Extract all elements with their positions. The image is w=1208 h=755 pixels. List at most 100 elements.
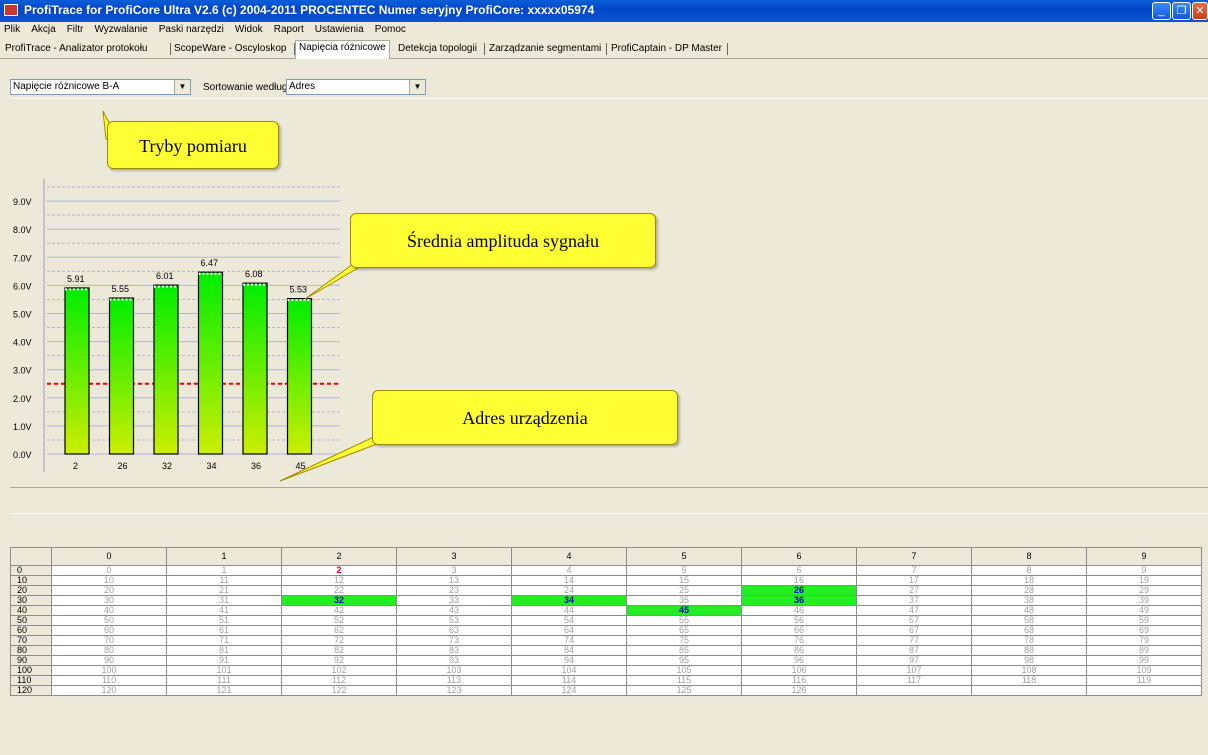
address-cell[interactable]: 85 — [626, 645, 742, 656]
menu-paski-narzedzi[interactable]: Paski narzędzi — [155, 22, 228, 35]
address-cell[interactable]: 83 — [396, 645, 512, 656]
address-cell[interactable]: 46 — [741, 605, 857, 616]
address-cell[interactable]: 37 — [856, 595, 972, 606]
address-cell[interactable]: 107 — [856, 665, 972, 676]
address-cell[interactable]: 31 — [166, 595, 282, 606]
address-cell[interactable]: 110 — [51, 675, 167, 686]
address-cell[interactable]: 49 — [1086, 605, 1202, 616]
address-cell[interactable]: 11 — [166, 575, 282, 586]
address-cell[interactable]: 126 — [741, 685, 857, 696]
address-cell[interactable]: 19 — [1086, 575, 1202, 586]
address-cell[interactable]: 62 — [281, 625, 397, 636]
address-cell[interactable]: 100 — [51, 665, 167, 676]
tab-scopeware[interactable]: ScopeWare - Oscyloskop — [171, 42, 289, 58]
address-cell[interactable]: 70 — [51, 635, 167, 646]
address-cell[interactable]: 16 — [741, 575, 857, 586]
menu-raport[interactable]: Raport — [270, 22, 308, 35]
restore-button[interactable]: ❐ — [1172, 2, 1191, 20]
address-cell[interactable]: 98 — [971, 655, 1087, 666]
address-cell[interactable]: 91 — [166, 655, 282, 666]
address-cell[interactable]: 103 — [396, 665, 512, 676]
address-cell[interactable]: 64 — [511, 625, 627, 636]
address-cell[interactable]: 94 — [511, 655, 627, 666]
address-cell[interactable]: 38 — [971, 595, 1087, 606]
address-cell[interactable]: 34 — [511, 595, 627, 606]
address-cell[interactable]: 86 — [741, 645, 857, 656]
address-cell[interactable]: 15 — [626, 575, 742, 586]
address-cell[interactable]: 73 — [396, 635, 512, 646]
address-cell[interactable]: 45 — [626, 605, 742, 616]
address-cell[interactable]: 122 — [281, 685, 397, 696]
address-cell[interactable]: 97 — [856, 655, 972, 666]
address-cell[interactable]: 119 — [1086, 675, 1202, 686]
address-cell[interactable]: 20 — [51, 585, 167, 596]
menu-pomoc[interactable]: Pomoc — [371, 22, 410, 35]
address-cell[interactable]: 68 — [971, 625, 1087, 636]
menu-akcja[interactable]: Akcja — [27, 22, 59, 35]
menu-widok[interactable]: Widok — [231, 22, 267, 35]
address-cell[interactable]: 74 — [511, 635, 627, 646]
address-cell[interactable]: 27 — [856, 585, 972, 596]
address-cell[interactable]: 2 — [281, 565, 397, 576]
tab-detekcja-topologii[interactable]: Detekcja topologii — [395, 42, 480, 58]
chevron-down-icon[interactable]: ▼ — [409, 80, 425, 94]
address-cell[interactable]: 104 — [511, 665, 627, 676]
address-cell[interactable]: 113 — [396, 675, 512, 686]
address-cell[interactable]: 111 — [166, 675, 282, 686]
address-cell[interactable]: 21 — [166, 585, 282, 596]
address-cell[interactable]: 66 — [741, 625, 857, 636]
address-cell[interactable]: 7 — [856, 565, 972, 576]
address-cell[interactable]: 88 — [971, 645, 1087, 656]
address-cell[interactable]: 80 — [51, 645, 167, 656]
address-cell[interactable]: 13 — [396, 575, 512, 586]
address-cell[interactable]: 101 — [166, 665, 282, 676]
address-cell[interactable]: 36 — [741, 595, 857, 606]
address-cell[interactable]: 8 — [971, 565, 1087, 576]
address-cell[interactable]: 58 — [971, 615, 1087, 626]
address-cell[interactable]: 32 — [281, 595, 397, 606]
address-cell[interactable]: 5 — [626, 565, 742, 576]
menu-filtr[interactable]: Filtr — [63, 22, 88, 35]
address-cell[interactable]: 56 — [741, 615, 857, 626]
menu-plik[interactable]: Plik — [0, 22, 24, 35]
tab-napiecia-roznicowe[interactable]: Napięcia różnicowe — [295, 40, 390, 59]
address-cell[interactable]: 59 — [1086, 615, 1202, 626]
address-cell[interactable]: 124 — [511, 685, 627, 696]
address-cell[interactable]: 3 — [396, 565, 512, 576]
address-cell[interactable]: 17 — [856, 575, 972, 586]
menu-ustawienia[interactable]: Ustawienia — [311, 22, 368, 35]
address-cell[interactable]: 71 — [166, 635, 282, 646]
address-cell[interactable]: 53 — [396, 615, 512, 626]
address-cell[interactable]: 43 — [396, 605, 512, 616]
address-cell[interactable]: 121 — [166, 685, 282, 696]
address-cell[interactable]: 87 — [856, 645, 972, 656]
address-cell[interactable]: 81 — [166, 645, 282, 656]
address-cell[interactable]: 77 — [856, 635, 972, 646]
address-cell[interactable]: 102 — [281, 665, 397, 676]
address-cell[interactable]: 50 — [51, 615, 167, 626]
address-cell[interactable]: 89 — [1086, 645, 1202, 656]
address-cell[interactable]: 55 — [626, 615, 742, 626]
address-cell[interactable]: 120 — [51, 685, 167, 696]
address-cell[interactable]: 63 — [396, 625, 512, 636]
address-cell[interactable]: 51 — [166, 615, 282, 626]
address-cell[interactable]: 52 — [281, 615, 397, 626]
address-cell[interactable]: 115 — [626, 675, 742, 686]
sort-select[interactable]: Adres ▼ — [286, 79, 426, 95]
address-cell[interactable]: 84 — [511, 645, 627, 656]
address-cell[interactable]: 4 — [511, 565, 627, 576]
address-cell[interactable]: 79 — [1086, 635, 1202, 646]
address-cell[interactable]: 40 — [51, 605, 167, 616]
address-cell[interactable]: 106 — [741, 665, 857, 676]
address-cell[interactable]: 95 — [626, 655, 742, 666]
address-cell[interactable]: 9 — [1086, 565, 1202, 576]
chevron-down-icon[interactable]: ▼ — [174, 80, 190, 94]
address-cell[interactable]: 108 — [971, 665, 1087, 676]
address-cell[interactable]: 125 — [626, 685, 742, 696]
address-cell[interactable]: 0 — [51, 565, 167, 576]
address-cell[interactable]: 54 — [511, 615, 627, 626]
minimize-button[interactable]: _ — [1152, 2, 1171, 20]
menu-wyzwalanie[interactable]: Wyzwalanie — [90, 22, 151, 35]
address-cell[interactable]: 90 — [51, 655, 167, 666]
address-cell[interactable]: 1 — [166, 565, 282, 576]
